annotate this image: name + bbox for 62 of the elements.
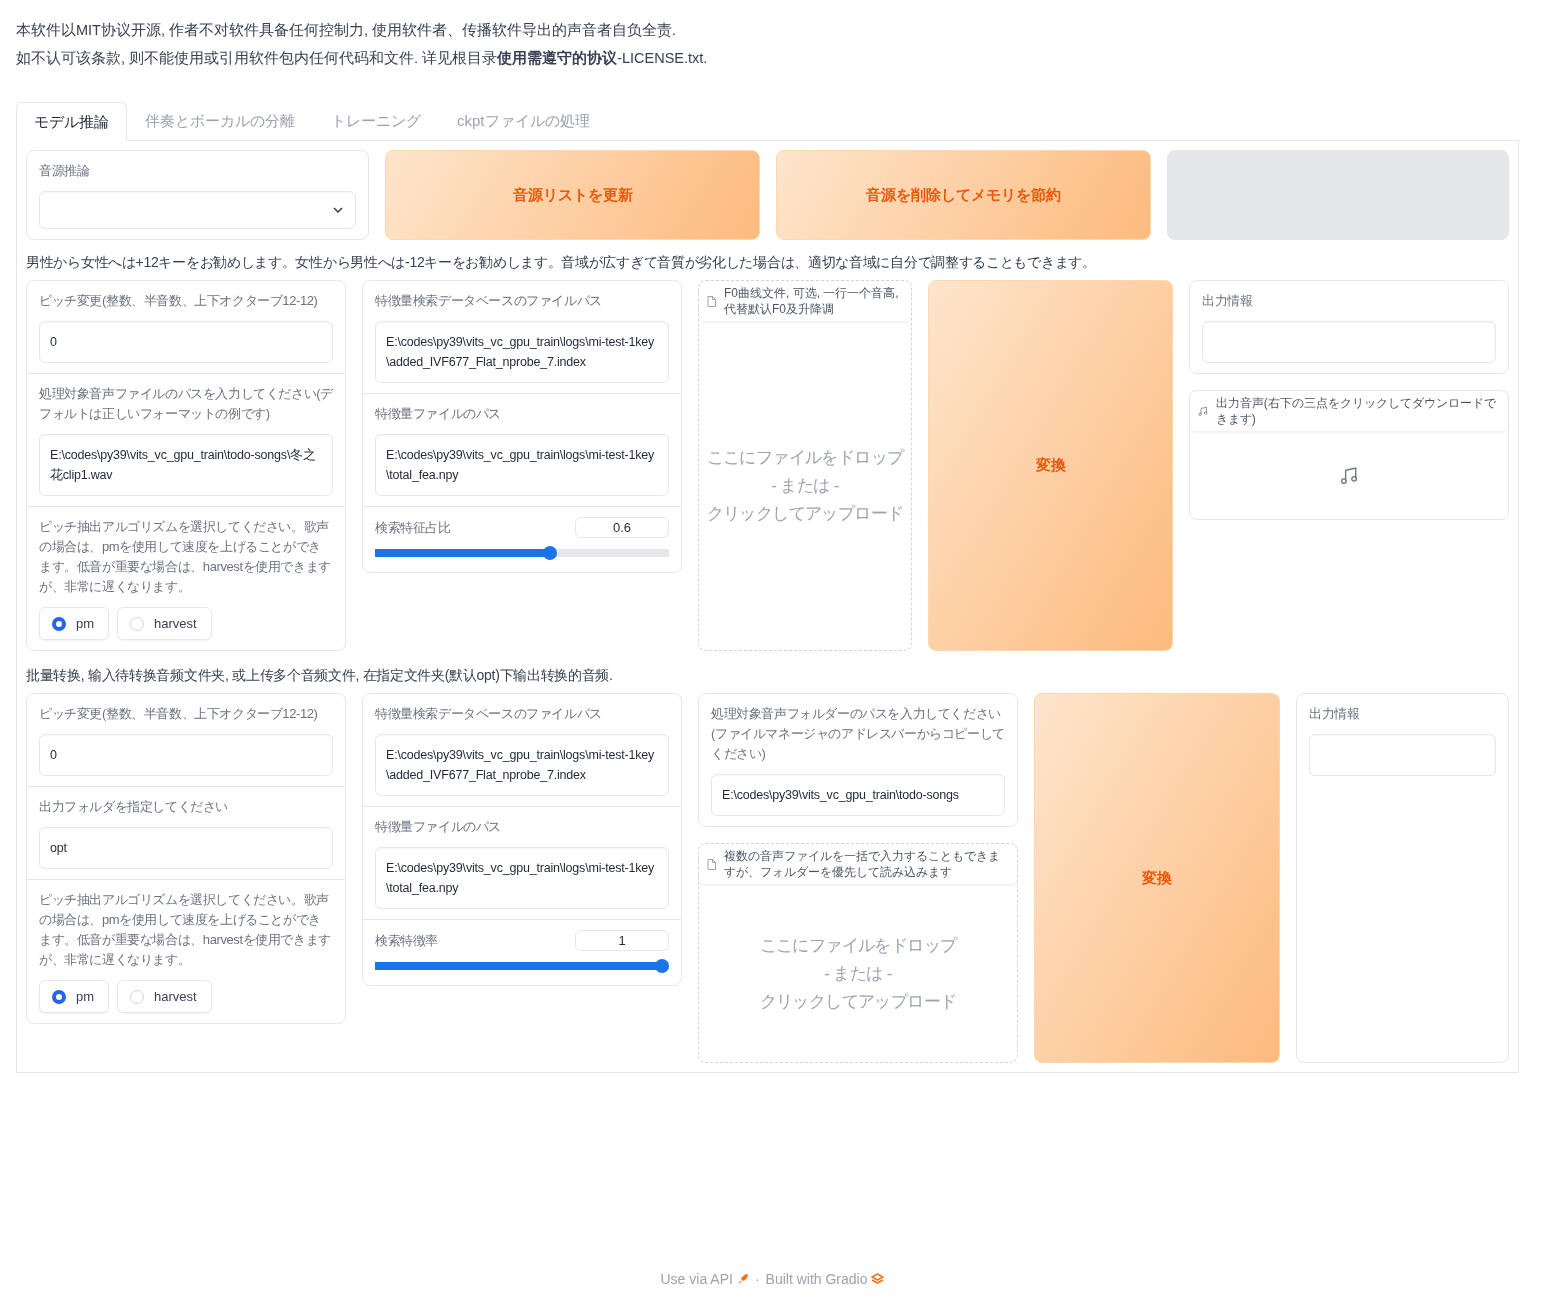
text-field[interactable]: E:\codes\py39\vits_vc_gpu_train\todo-songs\冬之花clip1.wav xyxy=(39,434,333,496)
music-note-icon xyxy=(1198,405,1208,417)
notice-text: 本软件以MIT协议开源, 作者不对软件具备任何控制力, 使用软件者、传播软件导出的声音者自负全责. xyxy=(16,21,678,40)
output-field[interactable] xyxy=(1309,734,1496,776)
file-upload-area[interactable]: 複数の音声ファイルを一括で入力することもできますが、フォルダーを優先して読み込みます ここにファイルをドロップ - または - クリックしてアップロード xyxy=(698,843,1018,1063)
field-label: 出力情報 xyxy=(1309,705,1361,723)
slider-label: 検索特徴率 xyxy=(375,931,438,950)
file-upload-area[interactable]: F0曲线文件, 可选, 一行一个音高, 代替默认F0及升降调 ここにファイルをドロップ - または - クリックしてアップロード xyxy=(698,280,912,651)
slider-label: 検索特征占比 xyxy=(375,518,451,537)
field-label: 特徴量検索データベースのファイルパス xyxy=(375,705,603,723)
slider-handle[interactable] xyxy=(655,959,669,973)
text-field[interactable]: E:\codes\py39\vits_vc_gpu_train\todo-songs xyxy=(711,774,1005,816)
radio-option[interactable]: harvest xyxy=(117,607,212,640)
chevron-down-icon xyxy=(333,207,343,213)
output-field[interactable] xyxy=(1202,321,1496,363)
file-icon xyxy=(707,295,716,307)
text-field[interactable]: 0 xyxy=(39,321,333,363)
hint-text: 批量转换, 输入待转换音频文件夹, 或上传多个音频文件, 在指定文件夹(默认opt)下输出转换的音频. xyxy=(26,666,614,685)
text-field[interactable]: opt xyxy=(39,827,333,869)
field-label: ピッチ抽出アルゴリズムを選択してください。歌声の場合は、pmを使用して速度を上げることができます。低音が重要な場合は、harvestを使用できますが、非常に遅くなります。 xyxy=(39,518,332,596)
field-label: ピッチ変更(整数、半音数、上下オクターブ12-12) xyxy=(39,292,319,310)
notice-text: 如不认可该条款, 则不能使用或引用软件包内任何代码和文件. 详见根目录使用需遵守的协议-LICENSE.txt. xyxy=(16,49,709,68)
field-label: 特徴量ファイルのパス xyxy=(375,405,502,423)
radio-option[interactable]: pm xyxy=(39,980,110,1013)
radio-option[interactable]: harvest xyxy=(117,980,212,1013)
text-field[interactable]: 0 xyxy=(39,734,333,776)
field-label: ピッチ抽出アルゴリズムを選択してください。歌声の場合は、pmを使用して速度を上げることができます。低音が重要な場合は、harvestを使用できますが、非常に遅くなります。 xyxy=(39,891,332,969)
drop-text: - または - xyxy=(824,962,892,985)
field-label: 特徴量検索データベースのファイルパス xyxy=(375,292,603,310)
field-label: 出力情報 xyxy=(1202,292,1254,310)
gradio-logo-icon xyxy=(871,1273,885,1285)
text-field[interactable]: E:\codes\py39\vits_vc_gpu_train\logs\mi-test-1key\total_fea.npy xyxy=(375,434,669,496)
field-label: 処理対象音声フォルダーのパスを入力してください(ファイルマネージャのアドレスバーからコピーしてください) xyxy=(711,705,1005,763)
audio-label: 出力音声(右下の三点をクリックしてダウンロードできます) xyxy=(1215,395,1497,427)
field-label: 音源推論 xyxy=(39,162,91,180)
rocket-icon xyxy=(736,1273,749,1285)
text-field[interactable]: E:\codes\py39\vits_vc_gpu_train\logs\mi-test-1key\total_fea.npy xyxy=(375,847,669,909)
field-label: 出力フォルダを指定してください xyxy=(39,798,229,816)
drop-text: - または - xyxy=(771,475,839,497)
dropdown-field[interactable] xyxy=(39,191,356,229)
upload-label: F0曲线文件, 可选, 一行一个音高, 代替默认F0及升降调 xyxy=(724,285,900,317)
tab[interactable]: モデル推論 xyxy=(16,102,127,141)
drop-text: クリックしてアップロード xyxy=(706,503,904,525)
text-field[interactable]: E:\codes\py39\vits_vc_gpu_train\logs\mi-test-1key\added_IVF677_Flat_nprobe_7.index xyxy=(375,734,669,796)
radio-option[interactable]: pm xyxy=(39,607,110,640)
file-icon xyxy=(707,858,716,870)
drop-text: ここにファイルをドロップ xyxy=(759,934,957,957)
number-field[interactable]: 0.6 xyxy=(575,517,669,538)
upload-label: 複数の音声ファイルを一括で入力することもできますが、フォルダーを優先して読み込みます xyxy=(724,848,1001,880)
slider-track[interactable] xyxy=(375,546,669,560)
hint-text: 男性から女性へは+12キーをお勧めします。女性から男性へは-12キーをお勧めします。音域が広すぎて音質が劣化した場合は、適切な音域に自分で調整することもできます。 xyxy=(26,253,1097,272)
number-field[interactable]: 1 xyxy=(575,930,669,951)
music-note-icon xyxy=(1340,466,1358,485)
drop-text: クリックしてアップロード xyxy=(759,990,957,1013)
field-label: 特徴量ファイルのパス xyxy=(375,818,502,836)
field-label: ピッチ変更(整数、半音数、上下オクターブ12-12) xyxy=(39,705,319,723)
field-label: 処理対象音声ファイルのパスを入力してください(デフォルトは正しいフォーマットの例です) xyxy=(39,385,333,423)
slider-track[interactable] xyxy=(375,959,669,973)
separator-text: · xyxy=(754,1271,760,1287)
drop-text: ここにファイルをドロップ xyxy=(706,447,904,469)
text-field[interactable]: E:\codes\py39\vits_vc_gpu_train\logs\mi-test-1key\added_IVF677_Flat_nprobe_7.index xyxy=(375,321,669,383)
slider-handle[interactable] xyxy=(543,546,557,560)
